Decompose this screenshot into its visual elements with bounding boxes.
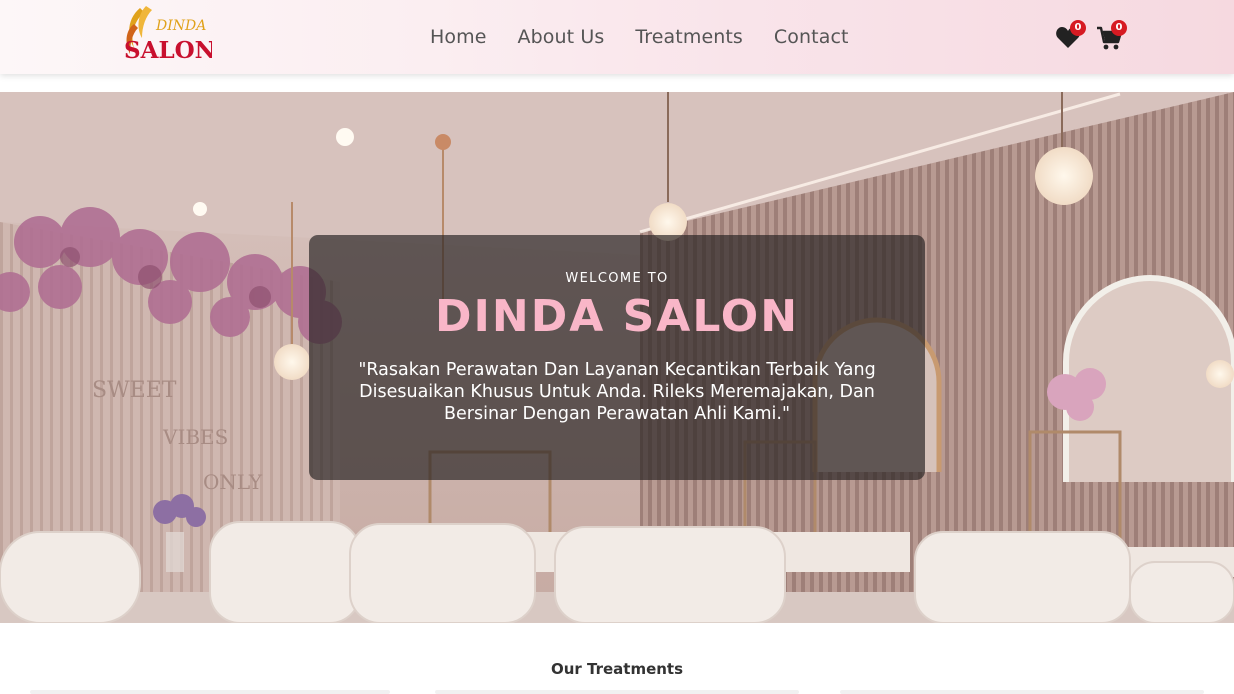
main-nav: Home About Us Treatments Contact: [430, 0, 880, 74]
treatment-card-edge: [840, 690, 1204, 694]
hero-banner: SWEET VIBES ONLY WELCOME TO DINDA SALON: [0, 92, 1234, 623]
brand-logo[interactable]: DINDA SALON: [120, 4, 216, 64]
nav-about-us[interactable]: About Us: [518, 26, 605, 48]
svg-text:VIBES: VIBES: [162, 425, 228, 449]
treatment-card-edge: [435, 690, 799, 694]
hero-text-panel: WELCOME TO DINDA SALON "Rasakan Perawata…: [309, 235, 925, 480]
top-navbar: DINDA SALON Home About Us Treatments Con…: [0, 0, 1234, 74]
hero-title: DINDA SALON: [434, 291, 800, 342]
treatment-card-edge: [30, 690, 390, 694]
cart-count-badge: 0: [1111, 20, 1127, 36]
hero-subtitle: "Rasakan Perawatan Dan Layanan Kecantika…: [358, 360, 876, 424]
treatments-heading: Our Treatments: [550, 660, 684, 678]
svg-text:DINDA: DINDA: [155, 18, 206, 34]
wishlist-button[interactable]: 0: [1055, 20, 1086, 54]
hero-eyebrow: WELCOME TO: [565, 271, 669, 286]
nav-treatments[interactable]: Treatments: [635, 26, 743, 48]
cart-button[interactable]: 0: [1096, 20, 1127, 54]
svg-text:SALON: SALON: [124, 37, 212, 64]
nav-home[interactable]: Home: [430, 26, 487, 48]
svg-text:ONLY: ONLY: [203, 470, 263, 494]
nav-contact[interactable]: Contact: [774, 26, 849, 48]
wishlist-count-badge: 0: [1070, 20, 1086, 36]
svg-text:SWEET: SWEET: [92, 378, 177, 403]
